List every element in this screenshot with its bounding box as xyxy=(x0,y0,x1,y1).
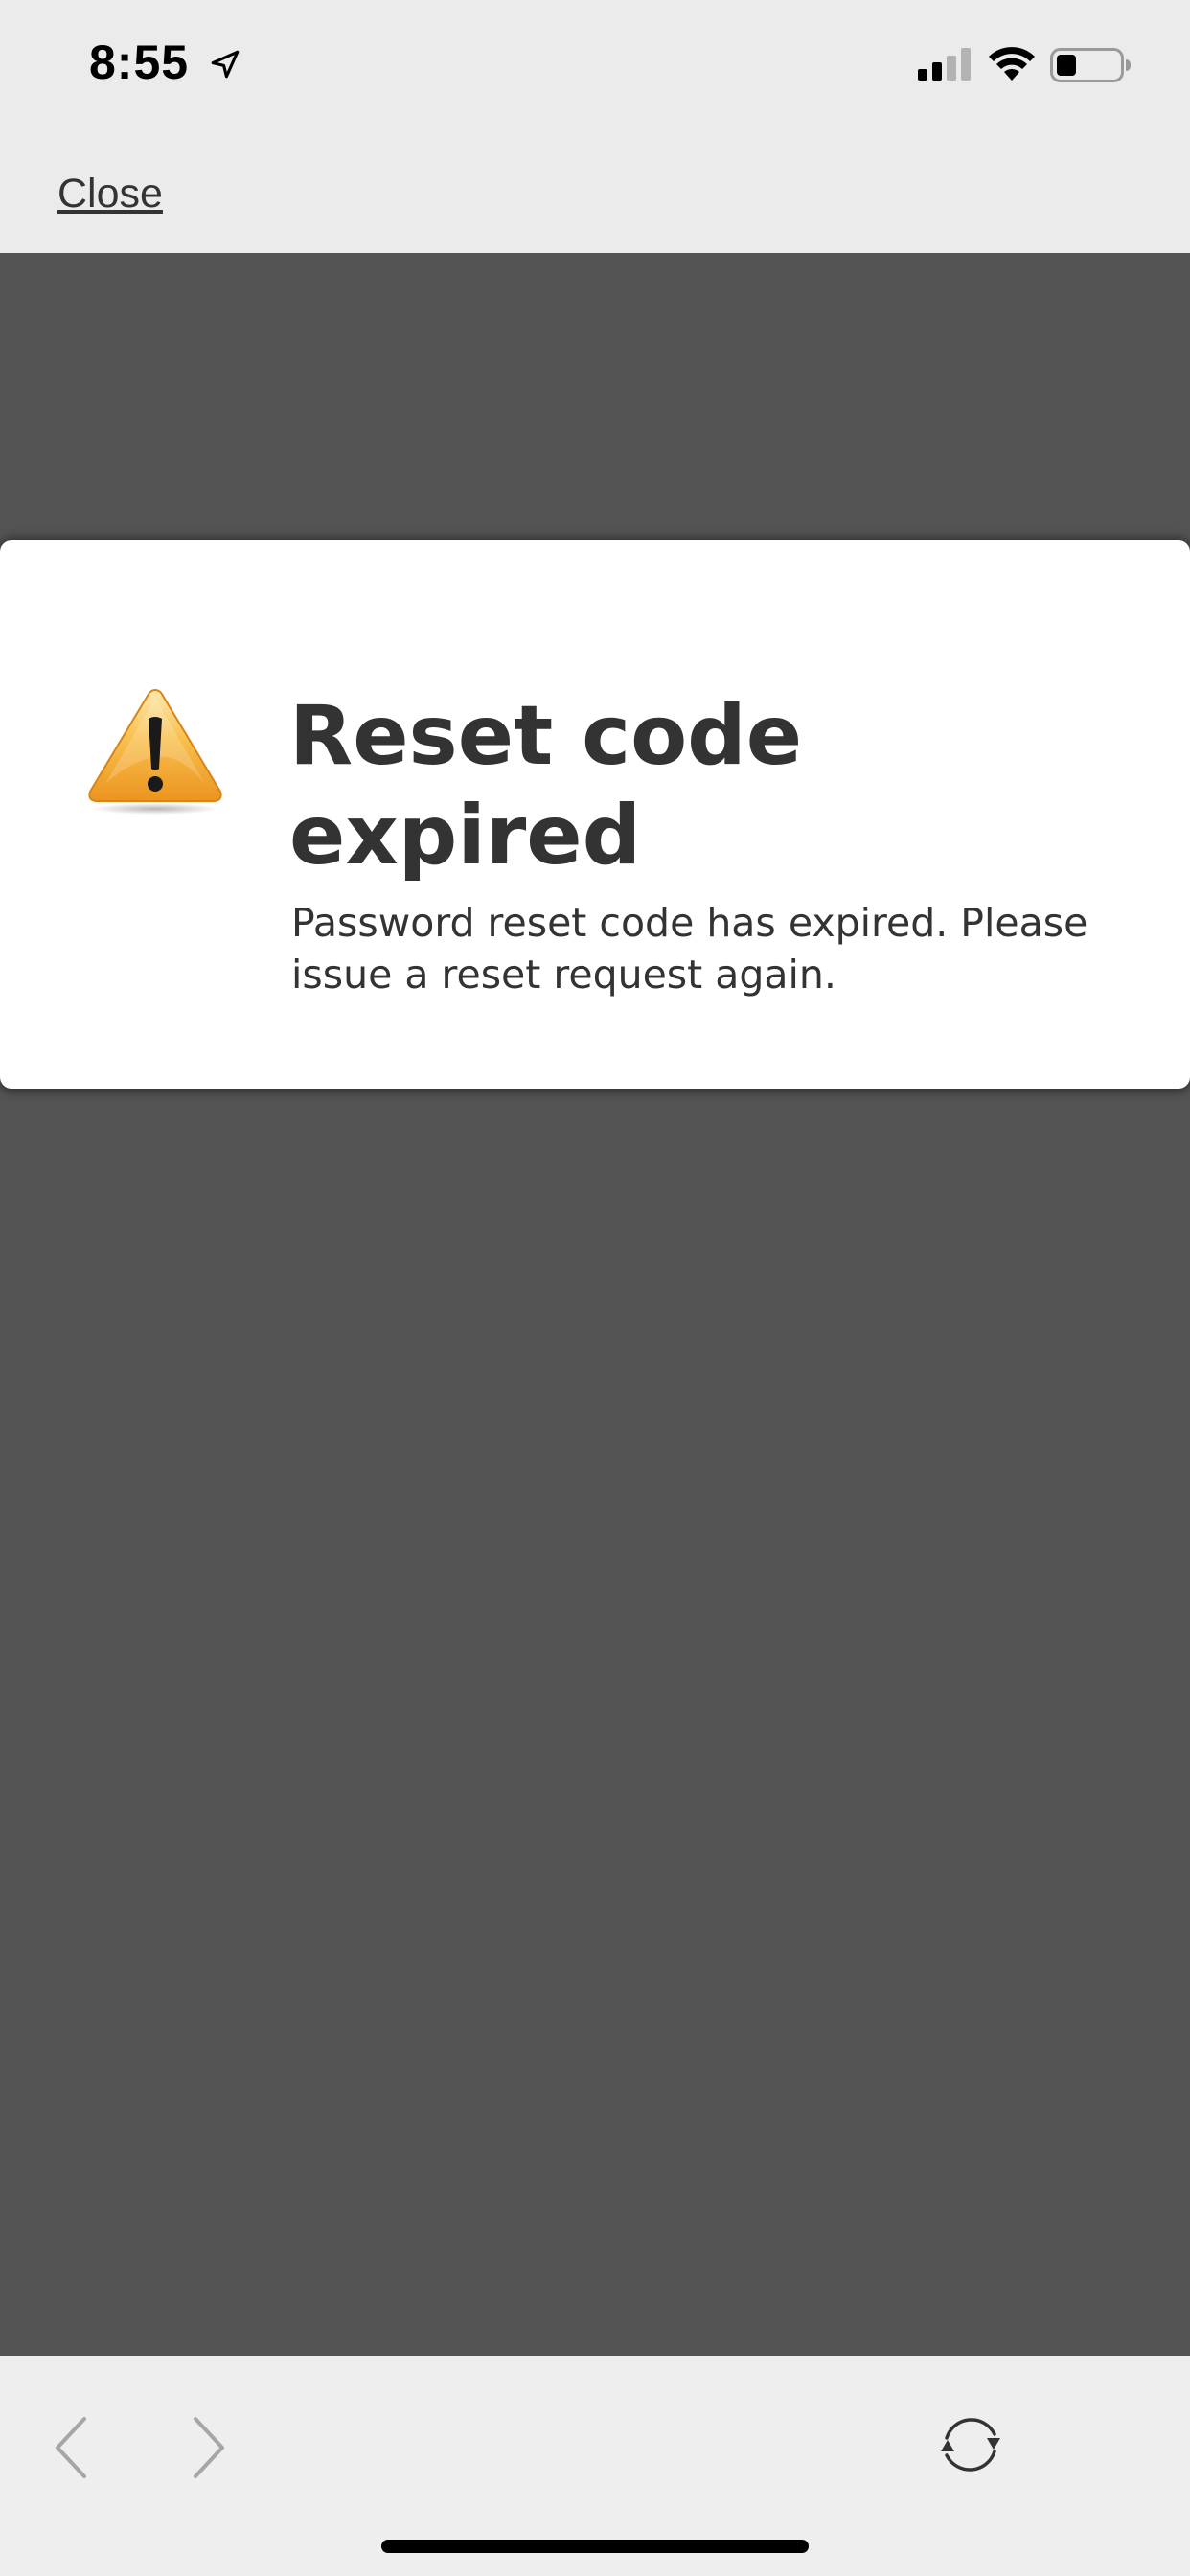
status-bar: 8:55 xyxy=(0,0,1190,144)
cellular-signal-icon xyxy=(918,48,971,80)
refresh-icon[interactable] xyxy=(937,2411,1004,2478)
content-area: Reset code expired Password reset code h… xyxy=(0,253,1190,2356)
home-indicator xyxy=(381,2540,809,2553)
location-arrow-icon xyxy=(211,50,240,79)
close-button[interactable]: Close xyxy=(57,171,163,218)
battery-icon xyxy=(1050,48,1131,82)
back-chevron-icon[interactable] xyxy=(50,2415,92,2480)
alert-card: Reset code expired Password reset code h… xyxy=(0,540,1190,1089)
nav-bar: Close xyxy=(0,144,1190,253)
screen: 8:55 Close Reset code expired Password r… xyxy=(0,0,1190,2576)
alert-title: Reset code expired xyxy=(289,688,803,884)
forward-chevron-icon[interactable] xyxy=(188,2415,230,2480)
bottom-toolbar xyxy=(0,2356,1190,2576)
warning-icon xyxy=(88,688,222,815)
wifi-icon xyxy=(989,47,1035,80)
alert-message: Password reset code has expired. Please … xyxy=(291,900,1088,998)
status-time: 8:55 xyxy=(89,35,190,89)
